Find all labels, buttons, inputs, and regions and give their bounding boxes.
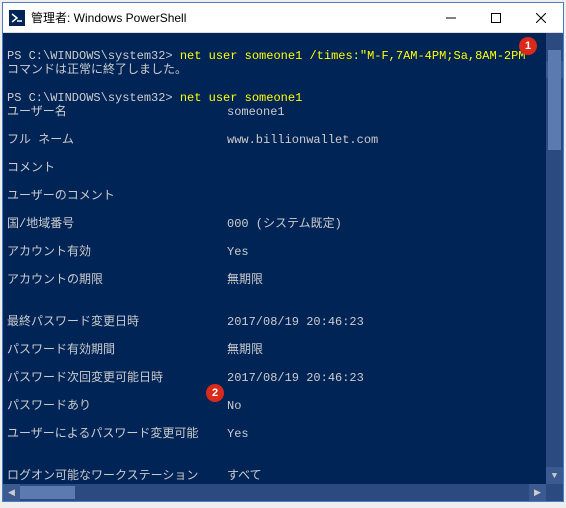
scroll-left-icon[interactable]: ◀: [3, 484, 20, 501]
prompt: PS C:\WINDOWS\system32>: [7, 49, 173, 63]
scroll-thumb-horizontal[interactable]: [20, 486, 75, 499]
window-controls: [428, 3, 563, 32]
pw-expires-value: 無期限: [227, 343, 263, 357]
scrollbar-corner: [546, 484, 563, 501]
workstations-label: ログオン可能なワークステーション: [7, 469, 227, 483]
powershell-window: 管理者: Windows PowerShell PS C:\WINDOWS\sy…: [2, 2, 564, 502]
user-may-change-value: Yes: [227, 427, 249, 441]
pw-expires-label: パスワード有効期間: [7, 343, 227, 357]
user-comment-label: ユーザーのコメント: [7, 189, 227, 203]
pw-changeable-value: 2017/08/19 20:46:23: [227, 371, 364, 385]
powershell-icon: [9, 10, 25, 26]
account-expires-label: アカウントの期限: [7, 273, 227, 287]
scroll-down-icon[interactable]: ▼: [546, 467, 563, 484]
scroll-right-icon[interactable]: ▶: [529, 484, 546, 501]
prompt: PS C:\WINDOWS\system32>: [7, 91, 173, 105]
annotation-badge-1: 1: [519, 37, 537, 55]
username-value: someone1: [227, 105, 285, 119]
pw-required-value: No: [227, 399, 241, 413]
user-may-change-label: ユーザーによるパスワード変更可能: [7, 427, 227, 441]
annotation-badge-2: 2: [206, 384, 224, 402]
username-label: ユーザー名: [7, 105, 227, 119]
workstations-value: すべて: [227, 469, 262, 483]
fullname-value: www.billionwallet.com: [227, 133, 378, 147]
pw-required-label: パスワードあり: [7, 399, 227, 413]
minimize-button[interactable]: [428, 3, 473, 32]
console-area[interactable]: PS C:\WINDOWS\system32> net user someone…: [3, 33, 563, 501]
pw-last-set-label: 最終パスワード変更日時: [7, 315, 227, 329]
account-active-value: Yes: [227, 245, 249, 259]
close-button[interactable]: [518, 3, 563, 32]
account-active-label: アカウント有効: [7, 245, 227, 259]
pw-last-set-value: 2017/08/19 20:46:23: [227, 315, 364, 329]
country-label: 国/地域番号: [7, 217, 227, 231]
scrollbar-horizontal[interactable]: ◀ ▶: [3, 484, 546, 501]
command-2: net user someone1: [180, 91, 302, 105]
maximize-button[interactable]: [473, 3, 518, 32]
scroll-thumb-vertical[interactable]: [548, 50, 561, 150]
done-message: コマンドは正常に終了しました。: [7, 63, 187, 77]
window-title: 管理者: Windows PowerShell: [31, 9, 428, 26]
pw-changeable-label: パスワード次回変更可能日時: [7, 371, 227, 385]
comment-label: コメント: [7, 161, 227, 175]
scrollbar-vertical[interactable]: ▲ ▼: [546, 33, 563, 484]
command-1: net user someone1 /times:"M-F,7AM-4PM;Sa…: [180, 49, 533, 63]
fullname-label: フル ネーム: [7, 133, 227, 147]
titlebar[interactable]: 管理者: Windows PowerShell: [3, 3, 563, 33]
country-value: 000 (システム既定): [227, 217, 342, 231]
account-expires-value: 無期限: [227, 273, 263, 287]
